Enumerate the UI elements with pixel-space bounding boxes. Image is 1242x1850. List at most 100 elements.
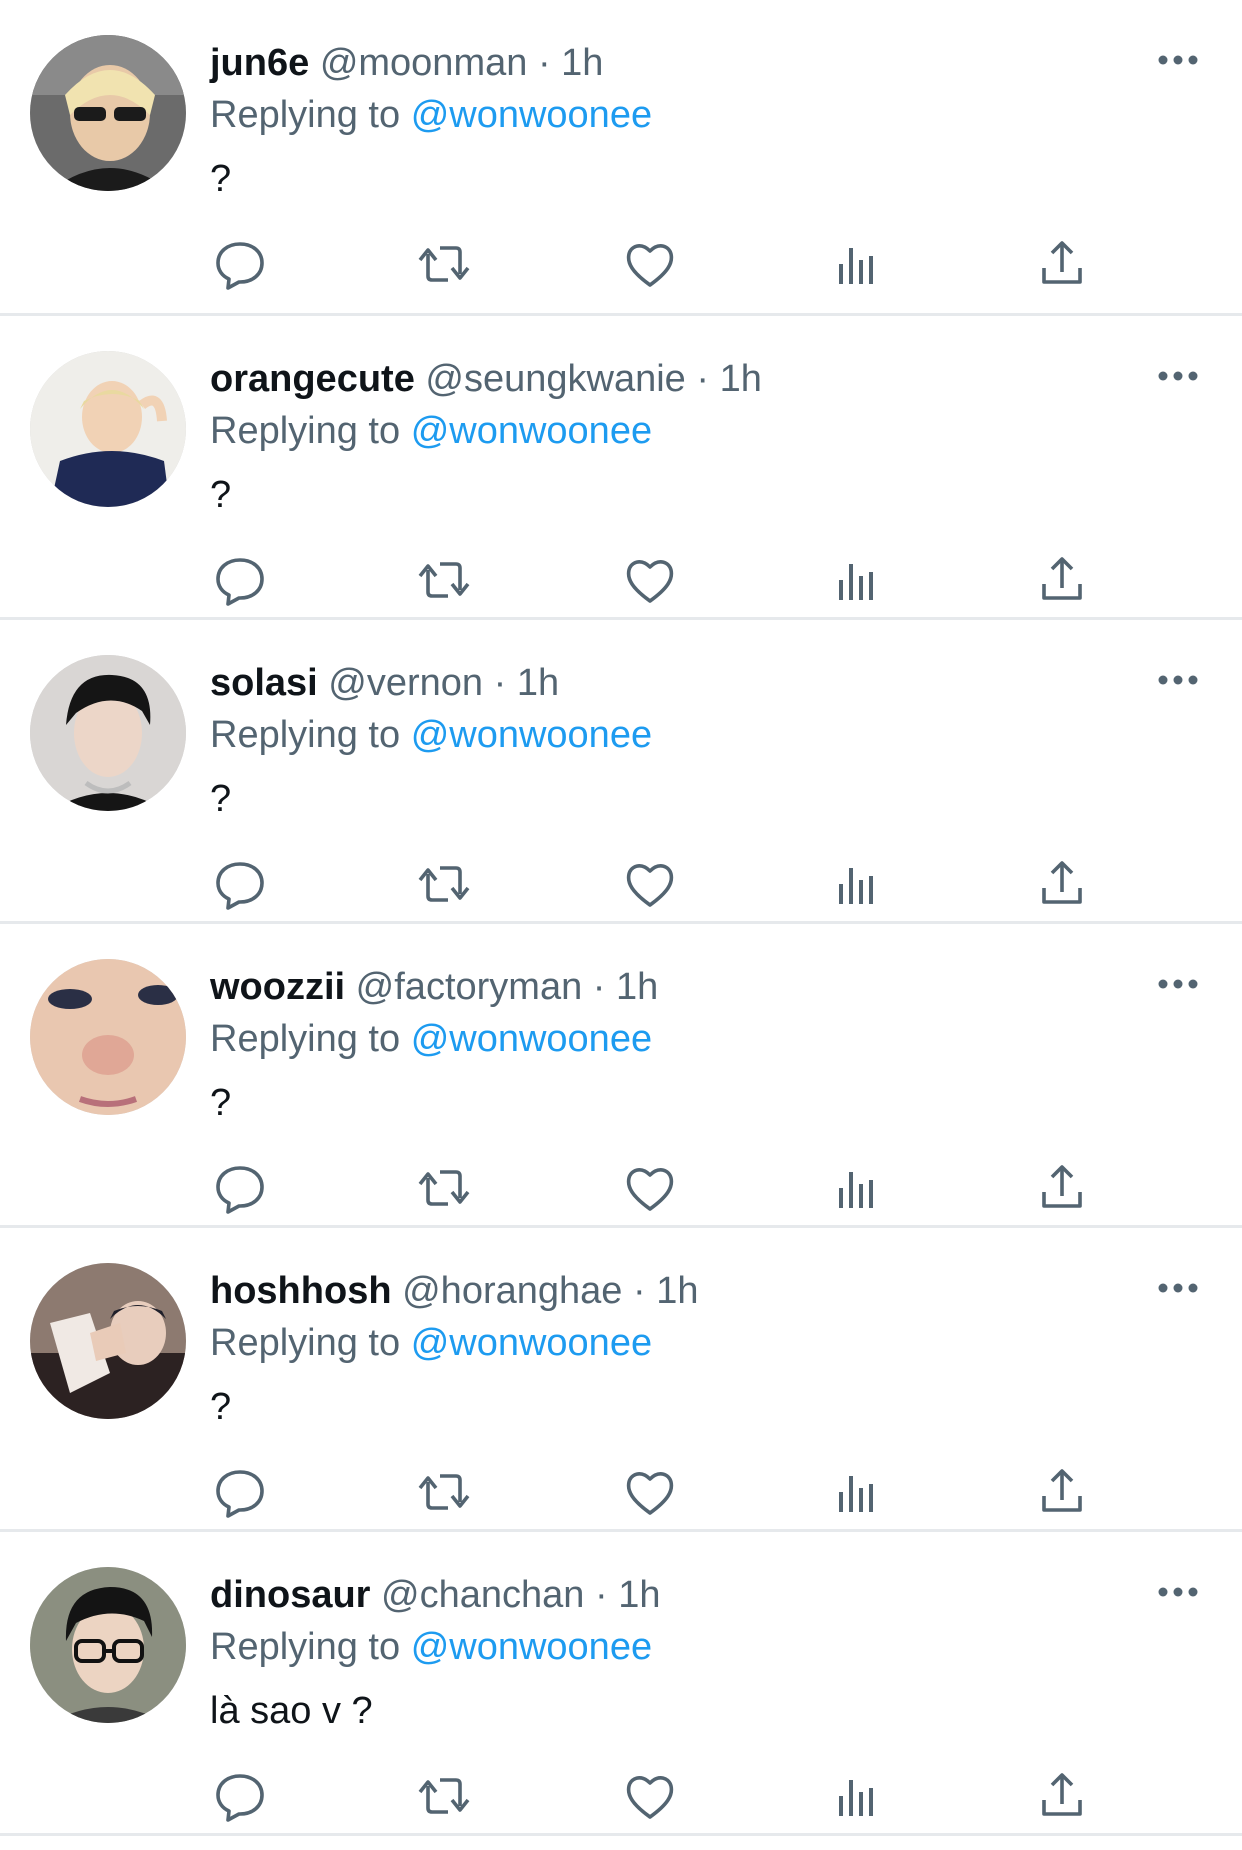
replying-to-handle[interactable]: @wonwoonee xyxy=(411,714,652,756)
user-handle[interactable]: @chanchan xyxy=(381,1574,584,1616)
avatar[interactable] xyxy=(30,959,186,1115)
timestamp[interactable]: 1h xyxy=(616,966,658,1008)
avatar[interactable] xyxy=(30,655,186,811)
action-bar xyxy=(210,236,1110,292)
user-handle[interactable]: @factoryman xyxy=(356,966,583,1008)
more-icon[interactable] xyxy=(1155,964,1201,1004)
reply-feed: jun6e @moonman · 1h Replying to @wonwoon… xyxy=(0,0,1242,1836)
share-icon[interactable] xyxy=(1034,552,1090,608)
user-handle[interactable]: @seungkwanie xyxy=(425,358,685,400)
replying-to-handle[interactable]: @wonwoonee xyxy=(411,1018,652,1060)
like-icon[interactable] xyxy=(622,1160,678,1216)
tweet-text: ? xyxy=(210,1082,232,1124)
more-icon[interactable] xyxy=(1155,1572,1201,1612)
user-handle[interactable]: @horanghae xyxy=(402,1270,622,1312)
retweet-icon[interactable] xyxy=(416,552,472,608)
reply-icon[interactable] xyxy=(212,1768,268,1824)
tweet-text: ? xyxy=(210,1386,232,1428)
separator-dot: · xyxy=(592,966,606,1008)
timestamp[interactable]: 1h xyxy=(561,42,603,84)
avatar[interactable] xyxy=(30,1567,186,1723)
display-name[interactable]: orangecute xyxy=(210,358,415,400)
replying-to-line: Replying to @wonwoonee xyxy=(210,1016,652,1062)
views-icon[interactable] xyxy=(828,1464,884,1520)
retweet-icon[interactable] xyxy=(416,236,472,292)
share-icon[interactable] xyxy=(1034,236,1090,292)
replying-to-label: Replying to xyxy=(210,94,401,136)
replying-to-handle[interactable]: @wonwoonee xyxy=(411,1322,652,1364)
tweet[interactable]: orangecute @seungkwanie · 1h Replying to… xyxy=(0,316,1242,620)
display-name[interactable]: jun6e xyxy=(210,42,309,84)
separator-dot: · xyxy=(696,358,710,400)
display-name[interactable]: dinosaur xyxy=(210,1574,370,1616)
replying-to-handle[interactable]: @wonwoonee xyxy=(411,410,652,452)
views-icon[interactable] xyxy=(828,1160,884,1216)
tweet[interactable]: hoshhosh @horanghae · 1h Replying to @wo… xyxy=(0,1228,1242,1532)
tweet-text: ? xyxy=(210,158,232,200)
retweet-icon[interactable] xyxy=(416,1464,472,1520)
avatar[interactable] xyxy=(30,35,186,191)
timestamp[interactable]: 1h xyxy=(720,358,762,400)
separator-dot: · xyxy=(537,42,551,84)
retweet-icon[interactable] xyxy=(416,1160,472,1216)
reply-icon[interactable] xyxy=(212,1160,268,1216)
more-icon[interactable] xyxy=(1155,40,1201,80)
display-name[interactable]: woozzii xyxy=(210,966,345,1008)
separator-dot: · xyxy=(594,1574,608,1616)
views-icon[interactable] xyxy=(828,856,884,912)
action-bar xyxy=(210,1464,1110,1520)
replying-to-line: Replying to @wonwoonee xyxy=(210,92,652,138)
replying-to-line: Replying to @wonwoonee xyxy=(210,1624,652,1670)
avatar[interactable] xyxy=(30,351,186,507)
share-icon[interactable] xyxy=(1034,1768,1090,1824)
views-icon[interactable] xyxy=(828,236,884,292)
replying-to-line: Replying to @wonwoonee xyxy=(210,408,652,454)
tweet-text: ? xyxy=(210,474,232,516)
more-icon[interactable] xyxy=(1155,356,1201,396)
reply-icon[interactable] xyxy=(212,236,268,292)
share-icon[interactable] xyxy=(1034,1160,1090,1216)
timestamp[interactable]: 1h xyxy=(656,1270,698,1312)
more-icon[interactable] xyxy=(1155,660,1201,700)
user-handle[interactable]: @vernon xyxy=(328,662,483,704)
like-icon[interactable] xyxy=(622,1768,678,1824)
replying-to-label: Replying to xyxy=(210,1626,401,1668)
retweet-icon[interactable] xyxy=(416,856,472,912)
tweet[interactable]: dinosaur @chanchan · 1h Replying to @won… xyxy=(0,1532,1242,1836)
like-icon[interactable] xyxy=(622,1464,678,1520)
avatar[interactable] xyxy=(30,1263,186,1419)
display-name[interactable]: solasi xyxy=(210,662,318,704)
like-icon[interactable] xyxy=(622,236,678,292)
timestamp[interactable]: 1h xyxy=(618,1574,660,1616)
like-icon[interactable] xyxy=(622,552,678,608)
share-icon[interactable] xyxy=(1034,856,1090,912)
tweet[interactable]: solasi @vernon · 1h Replying to @wonwoon… xyxy=(0,620,1242,924)
views-icon[interactable] xyxy=(828,1768,884,1824)
replying-to-label: Replying to xyxy=(210,1322,401,1364)
tweet[interactable]: woozzii @factoryman · 1h Replying to @wo… xyxy=(0,924,1242,1228)
replying-to-line: Replying to @wonwoonee xyxy=(210,1320,652,1366)
user-handle[interactable]: @moonman xyxy=(320,42,528,84)
timestamp[interactable]: 1h xyxy=(517,662,559,704)
more-icon[interactable] xyxy=(1155,1268,1201,1308)
separator-dot: · xyxy=(632,1270,646,1312)
replying-to-handle[interactable]: @wonwoonee xyxy=(411,94,652,136)
tweet-text: là sao v ? xyxy=(210,1690,373,1732)
tweet-text: ? xyxy=(210,778,232,820)
action-bar xyxy=(210,1160,1110,1216)
share-icon[interactable] xyxy=(1034,1464,1090,1520)
replying-to-label: Replying to xyxy=(210,410,401,452)
reply-icon[interactable] xyxy=(212,856,268,912)
replying-to-line: Replying to @wonwoonee xyxy=(210,712,652,758)
tweet[interactable]: jun6e @moonman · 1h Replying to @wonwoon… xyxy=(0,0,1242,316)
like-icon[interactable] xyxy=(622,856,678,912)
retweet-icon[interactable] xyxy=(416,1768,472,1824)
separator-dot: · xyxy=(493,662,507,704)
reply-icon[interactable] xyxy=(212,1464,268,1520)
replying-to-label: Replying to xyxy=(210,714,401,756)
display-name[interactable]: hoshhosh xyxy=(210,1270,392,1312)
replying-to-label: Replying to xyxy=(210,1018,401,1060)
replying-to-handle[interactable]: @wonwoonee xyxy=(411,1626,652,1668)
reply-icon[interactable] xyxy=(212,552,268,608)
views-icon[interactable] xyxy=(828,552,884,608)
